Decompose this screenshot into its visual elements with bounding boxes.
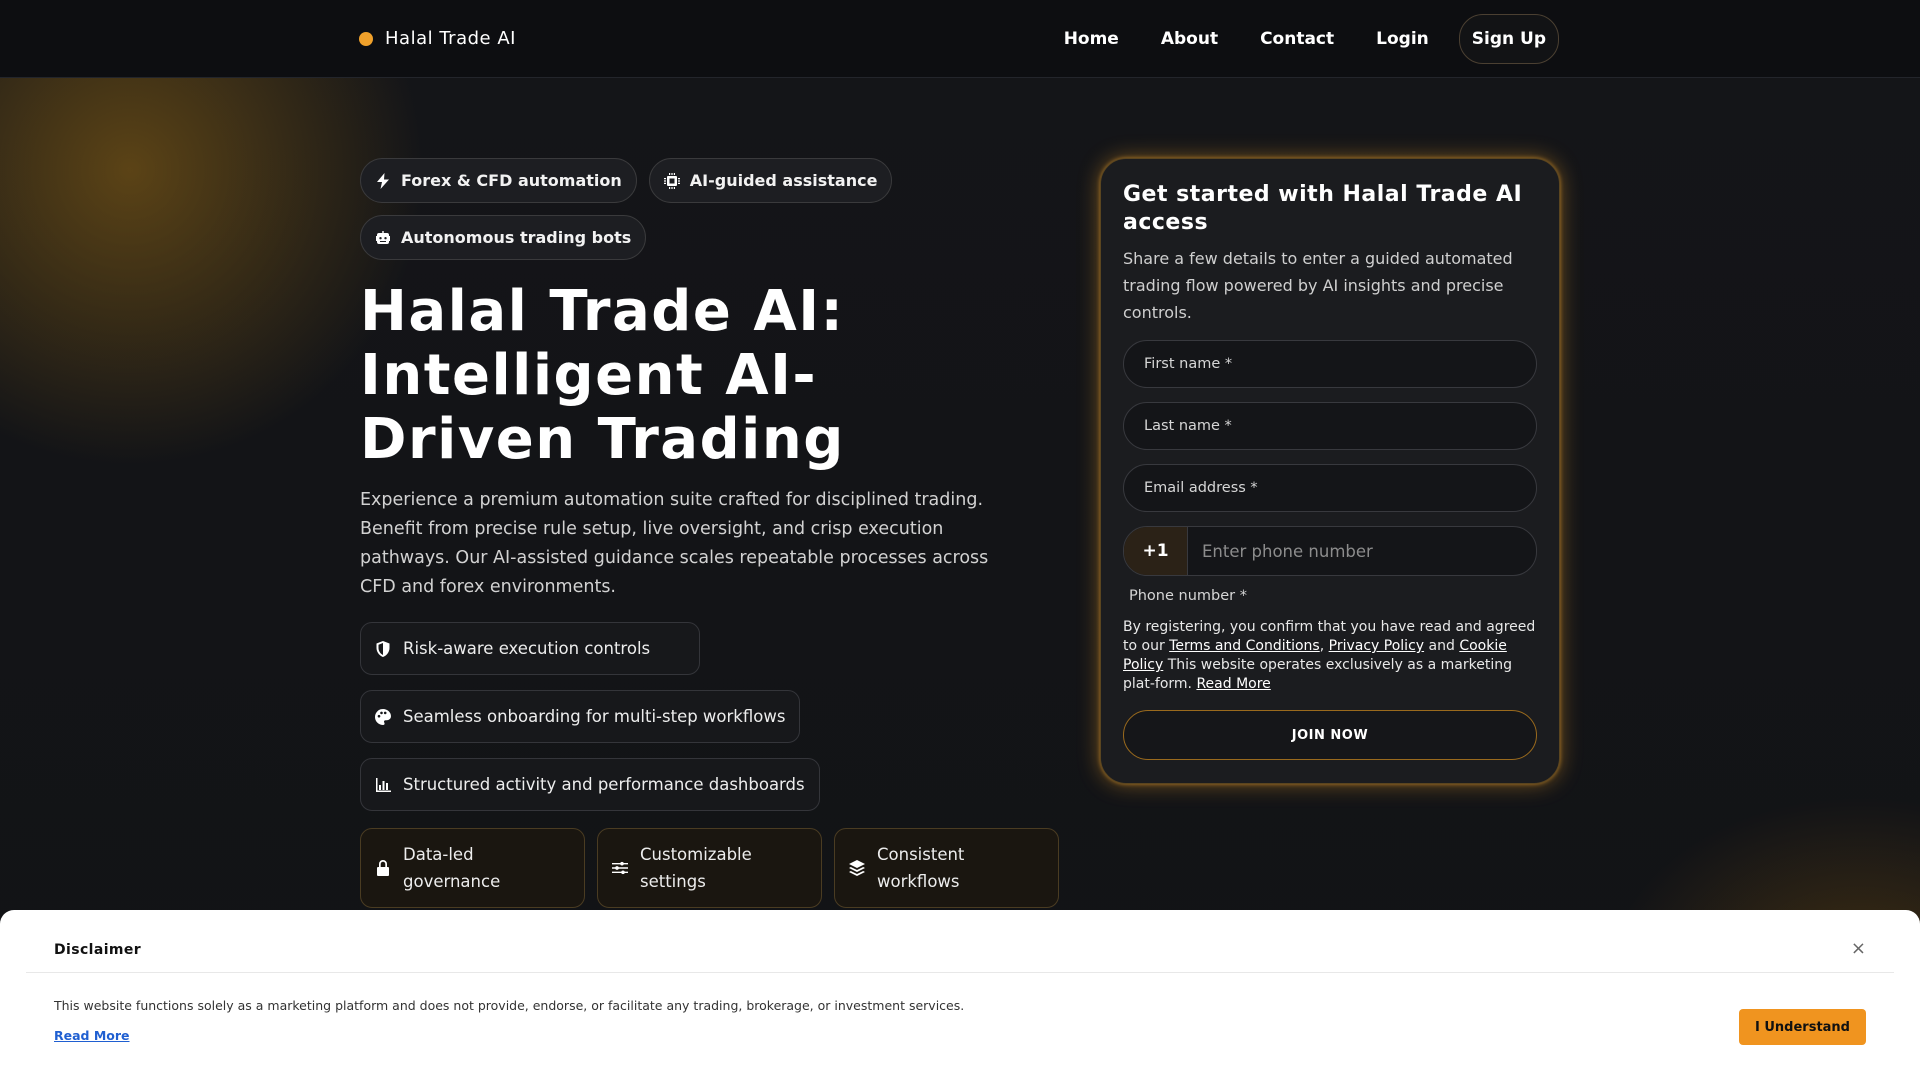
chip-icon [663,172,680,189]
card-settings: Customizable settings [597,828,822,908]
form-subtitle: Share a few details to enter a guided au… [1123,249,1513,322]
email-label: Email address * [1144,480,1258,496]
first-name-field[interactable]: First name * [1123,340,1537,388]
layers-icon [849,860,865,876]
close-icon[interactable]: × [1851,938,1866,959]
nav-login[interactable]: Login [1376,29,1429,49]
feature-item: Structured activity and performance dash… [360,758,820,811]
logo-text: Halal Trade AI [385,28,516,49]
understand-button[interactable]: I Understand [1739,1009,1866,1045]
chip-group: Forex & CFD automation AI-guided assista… [360,158,940,260]
legal-text: By registering, you confirm that you hav… [1123,619,1536,692]
form-title: Get started with Halal Trade AI access [1123,182,1523,235]
last-name-field[interactable]: Last name * [1123,402,1537,450]
feature-label: Risk-aware execution controls [403,639,651,658]
divider [26,972,1894,973]
disclaimer-banner: Disclaimer × This website functions sole… [0,910,1920,1080]
email-field[interactable]: Email address * [1123,464,1537,512]
card-row: Data-led governance Customizable setting… [360,828,1060,908]
main-nav: Home About Contact Login Sign Up [1022,14,1559,64]
read-more-link[interactable]: Read More [1196,676,1270,692]
sliders-icon [612,861,628,875]
nav-contact[interactable]: Contact [1260,29,1334,49]
hero-section: Forex & CFD automation AI-guided assista… [360,158,1060,908]
lock-icon [377,860,389,876]
logo[interactable]: Halal Trade AI [359,28,516,49]
privacy-link[interactable]: Privacy Policy [1329,638,1424,654]
card-label: Consistent workflows [877,845,965,891]
chip-ai: AI-guided assistance [648,158,893,203]
card-governance: Data-led governance [360,828,585,908]
chip-label: Forex & CFD automation [401,171,622,190]
feature-item: Risk-aware execution controls [360,622,700,675]
disclaimer-title: Disclaimer [54,942,142,958]
nav-about[interactable]: About [1161,29,1218,49]
first-name-label: First name * [1144,356,1233,372]
logo-dot-icon [359,31,373,46]
phone-input[interactable] [1188,527,1536,575]
bolt-icon [377,172,389,189]
phone-label: Phone number * [1129,588,1247,604]
feature-list: Risk-aware execution controls Seamless o… [360,622,1060,811]
card-label: Data-led governance [403,845,501,891]
hero-lead: Experience a premium automation suite cr… [360,490,989,597]
chip-bots: Autonomous trading bots [360,215,647,260]
join-now-button[interactable]: JOIN NOW [1123,710,1537,760]
signup-button[interactable]: Sign Up [1458,14,1559,64]
shield-icon [376,640,390,657]
signup-panel: Get started with Halal Trade AI access S… [1100,158,1560,784]
robot-icon [376,230,390,244]
feature-label: Structured activity and performance dash… [403,775,805,794]
disclaimer-text: This website functions solely as a marke… [54,998,965,1013]
phone-group: +1 [1123,526,1537,576]
legal-suffix: This website operates exclusively as a m… [1123,657,1512,692]
country-code-select[interactable]: +1 [1124,527,1188,575]
nav-home[interactable]: Home [1064,29,1119,49]
card-label: Customizable settings [640,845,752,891]
chip-forex: Forex & CFD automation [360,158,637,203]
last-name-label: Last name * [1144,418,1232,434]
terms-link[interactable]: Terms and Conditions [1169,638,1320,654]
chip-label: Autonomous trading bots [401,228,632,247]
chip-label: AI-guided assistance [689,171,878,190]
site-header: Halal Trade AI Home About Contact Login … [0,0,1920,78]
palette-icon [375,708,391,725]
feature-label: Seamless onboarding for multi-step workf… [403,707,786,726]
hero-title: Halal Trade AI: Intelligent AI-Driven Tr… [360,279,845,472]
bar-chart-icon [376,777,391,792]
disclaimer-read-more[interactable]: Read More [54,1028,130,1043]
card-workflows: Consistent workflows [834,828,1059,908]
legal-and: and [1428,638,1455,654]
feature-item: Seamless onboarding for multi-step workf… [360,690,801,743]
